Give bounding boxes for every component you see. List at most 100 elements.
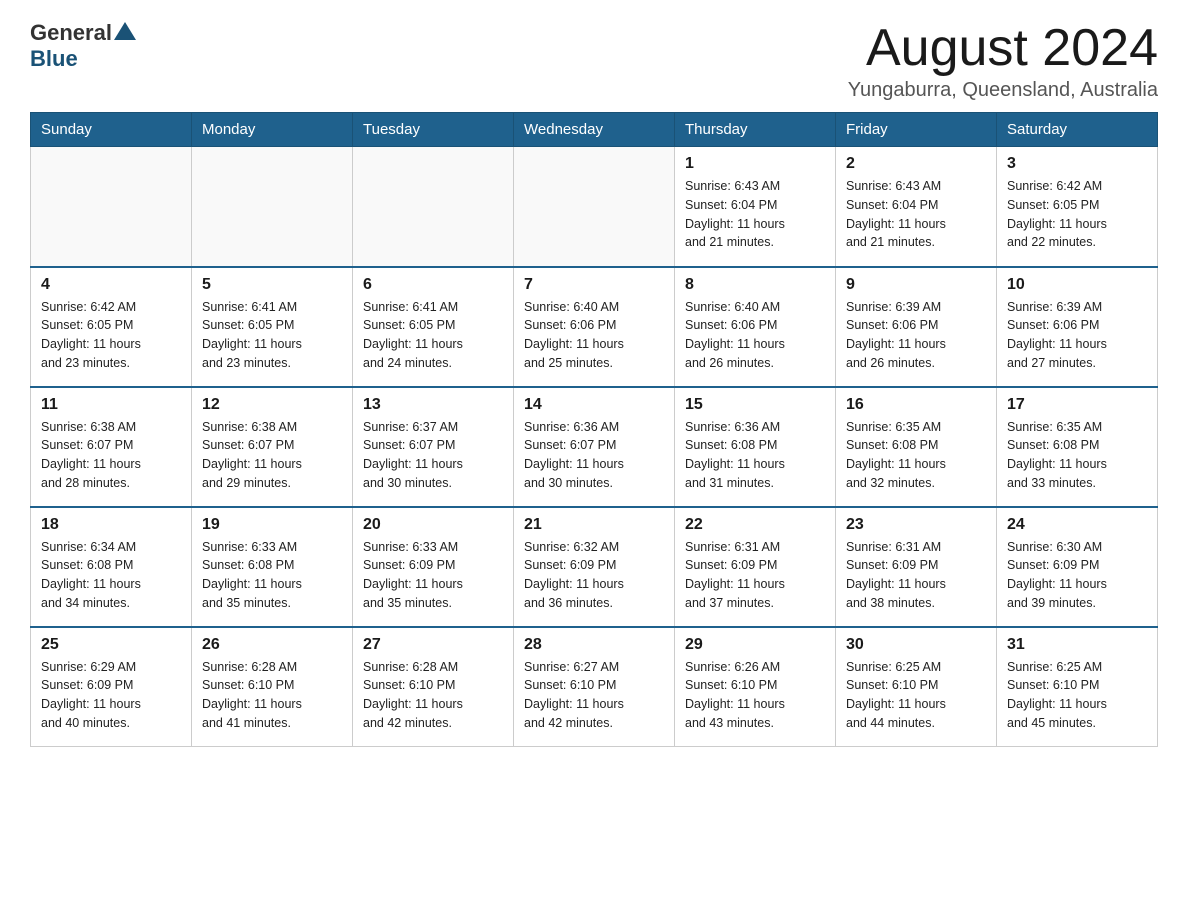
calendar-cell	[514, 147, 675, 267]
day-number: 24	[1007, 516, 1147, 534]
weekday-header-sunday: Sunday	[31, 113, 192, 147]
day-info: Sunrise: 6:33 AMSunset: 6:09 PMDaylight:…	[363, 538, 503, 613]
day-info: Sunrise: 6:28 AMSunset: 6:10 PMDaylight:…	[363, 658, 503, 733]
weekday-header-row: SundayMondayTuesdayWednesdayThursdayFrid…	[31, 113, 1158, 147]
day-number: 20	[363, 516, 503, 534]
day-number: 18	[41, 516, 181, 534]
day-info: Sunrise: 6:28 AMSunset: 6:10 PMDaylight:…	[202, 658, 342, 733]
calendar-cell: 25Sunrise: 6:29 AMSunset: 6:09 PMDayligh…	[31, 627, 192, 747]
day-info: Sunrise: 6:29 AMSunset: 6:09 PMDaylight:…	[41, 658, 181, 733]
day-info: Sunrise: 6:36 AMSunset: 6:08 PMDaylight:…	[685, 418, 825, 493]
day-info: Sunrise: 6:38 AMSunset: 6:07 PMDaylight:…	[41, 418, 181, 493]
calendar-cell: 30 Sunrise: 6:25 AMSunset: 6:10 PMDayligh…	[836, 627, 997, 747]
day-info: Sunrise: 6:41 AMSunset: 6:05 PMDaylight:…	[202, 298, 342, 373]
day-number: 3	[1007, 155, 1147, 173]
day-info: Sunrise: 6:39 AMSunset: 6:06 PMDaylight:…	[846, 298, 986, 373]
calendar-cell: 14 Sunrise: 6:36 AMSunset: 6:07 PMDayligh…	[514, 387, 675, 507]
calendar-cell: 23 Sunrise: 6:31 AMSunset: 6:09 PMDayligh…	[836, 507, 997, 627]
day-number: 19	[202, 516, 342, 534]
day-info: Sunrise: 6:31 AMSunset: 6:09 PMDaylight:…	[685, 538, 825, 613]
weekday-header-friday: Friday	[836, 113, 997, 147]
day-number: 2	[846, 155, 986, 173]
day-number: 26	[202, 636, 342, 654]
day-number: 9	[846, 276, 986, 294]
day-info: Sunrise: 6:25 AMSunset: 6:10 PMDaylight:…	[1007, 658, 1147, 733]
day-info: Sunrise: 6:25 AMSunset: 6:10 PMDaylight:…	[846, 658, 986, 733]
day-number: 23	[846, 516, 986, 534]
page-header: General Blue August 2024 Yungaburra, Que…	[30, 20, 1158, 102]
day-info: Sunrise: 6:36 AMSunset: 6:07 PMDaylight:…	[524, 418, 664, 493]
weekday-header-saturday: Saturday	[997, 113, 1158, 147]
calendar-cell: 17 Sunrise: 6:35 AMSunset: 6:08 PMDayligh…	[997, 387, 1158, 507]
day-info: Sunrise: 6:39 AMSunset: 6:06 PMDaylight:…	[1007, 298, 1147, 373]
calendar-cell: 26 Sunrise: 6:28 AMSunset: 6:10 PMDayligh…	[192, 627, 353, 747]
logo-blue-text: Blue	[30, 46, 78, 71]
day-info: Sunrise: 6:26 AMSunset: 6:10 PMDaylight:…	[685, 658, 825, 733]
day-info: Sunrise: 6:34 AMSunset: 6:08 PMDaylight:…	[41, 538, 181, 613]
day-info: Sunrise: 6:42 AMSunset: 6:05 PMDaylight:…	[41, 298, 181, 373]
day-info: Sunrise: 6:27 AMSunset: 6:10 PMDaylight:…	[524, 658, 664, 733]
calendar-cell: 28 Sunrise: 6:27 AMSunset: 6:10 PMDayligh…	[514, 627, 675, 747]
day-info: Sunrise: 6:32 AMSunset: 6:09 PMDaylight:…	[524, 538, 664, 613]
week-row-2: 4 Sunrise: 6:42 AMSunset: 6:05 PMDaylight…	[31, 267, 1158, 387]
calendar-cell: 19 Sunrise: 6:33 AMSunset: 6:08 PMDayligh…	[192, 507, 353, 627]
day-number: 7	[524, 276, 664, 294]
week-row-5: 25Sunrise: 6:29 AMSunset: 6:09 PMDayligh…	[31, 627, 1158, 747]
day-number: 4	[41, 276, 181, 294]
day-number: 10	[1007, 276, 1147, 294]
day-number: 11	[41, 396, 181, 414]
weekday-header-monday: Monday	[192, 113, 353, 147]
calendar-cell: 16 Sunrise: 6:35 AMSunset: 6:08 PMDayligh…	[836, 387, 997, 507]
calendar-cell: 15 Sunrise: 6:36 AMSunset: 6:08 PMDayligh…	[675, 387, 836, 507]
day-number: 14	[524, 396, 664, 414]
calendar-title: August 2024	[848, 20, 1158, 77]
day-number: 8	[685, 276, 825, 294]
day-number: 28	[524, 636, 664, 654]
week-row-1: 1 Sunrise: 6:43 AMSunset: 6:04 PMDaylight…	[31, 147, 1158, 267]
day-info: Sunrise: 6:30 AMSunset: 6:09 PMDaylight:…	[1007, 538, 1147, 613]
calendar-cell	[192, 147, 353, 267]
calendar-cell: 13Sunrise: 6:37 AMSunset: 6:07 PMDayligh…	[353, 387, 514, 507]
day-number: 12	[202, 396, 342, 414]
day-info: Sunrise: 6:37 AMSunset: 6:07 PMDaylight:…	[363, 418, 503, 493]
calendar-cell: 1 Sunrise: 6:43 AMSunset: 6:04 PMDaylight…	[675, 147, 836, 267]
calendar-cell: 2 Sunrise: 6:43 AMSunset: 6:04 PMDaylight…	[836, 147, 997, 267]
calendar-cell: 21Sunrise: 6:32 AMSunset: 6:09 PMDayligh…	[514, 507, 675, 627]
calendar-cell: 12 Sunrise: 6:38 AMSunset: 6:07 PMDayligh…	[192, 387, 353, 507]
calendar-cell: 3Sunrise: 6:42 AMSunset: 6:05 PMDaylight…	[997, 147, 1158, 267]
calendar-cell: 29Sunrise: 6:26 AMSunset: 6:10 PMDayligh…	[675, 627, 836, 747]
calendar-cell	[31, 147, 192, 267]
calendar-cell: 4 Sunrise: 6:42 AMSunset: 6:05 PMDaylight…	[31, 267, 192, 387]
day-number: 16	[846, 396, 986, 414]
day-number: 1	[685, 155, 825, 173]
day-number: 30	[846, 636, 986, 654]
calendar-cell: 27 Sunrise: 6:28 AMSunset: 6:10 PMDayligh…	[353, 627, 514, 747]
weekday-header-tuesday: Tuesday	[353, 113, 514, 147]
day-info: Sunrise: 6:43 AMSunset: 6:04 PMDaylight:…	[685, 177, 825, 252]
calendar-cell: 6Sunrise: 6:41 AMSunset: 6:05 PMDaylight…	[353, 267, 514, 387]
day-number: 17	[1007, 396, 1147, 414]
day-info: Sunrise: 6:43 AMSunset: 6:04 PMDaylight:…	[846, 177, 986, 252]
weekday-header-wednesday: Wednesday	[514, 113, 675, 147]
day-info: Sunrise: 6:31 AMSunset: 6:09 PMDaylight:…	[846, 538, 986, 613]
calendar-cell: 11 Sunrise: 6:38 AMSunset: 6:07 PMDayligh…	[31, 387, 192, 507]
logo-triangle-icon	[114, 20, 136, 42]
day-number: 6	[363, 276, 503, 294]
day-info: Sunrise: 6:35 AMSunset: 6:08 PMDaylight:…	[1007, 418, 1147, 493]
day-number: 15	[685, 396, 825, 414]
day-info: Sunrise: 6:38 AMSunset: 6:07 PMDaylight:…	[202, 418, 342, 493]
calendar-cell: 31Sunrise: 6:25 AMSunset: 6:10 PMDayligh…	[997, 627, 1158, 747]
day-info: Sunrise: 6:33 AMSunset: 6:08 PMDaylight:…	[202, 538, 342, 613]
weekday-header-thursday: Thursday	[675, 113, 836, 147]
calendar-cell: 18 Sunrise: 6:34 AMSunset: 6:08 PMDayligh…	[31, 507, 192, 627]
day-number: 5	[202, 276, 342, 294]
title-block: August 2024 Yungaburra, Queensland, Aust…	[848, 20, 1158, 102]
logo: General Blue	[30, 20, 136, 71]
day-info: Sunrise: 6:35 AMSunset: 6:08 PMDaylight:…	[846, 418, 986, 493]
calendar-cell: 5 Sunrise: 6:41 AMSunset: 6:05 PMDaylight…	[192, 267, 353, 387]
logo-general-text: General	[30, 21, 112, 45]
calendar-location: Yungaburra, Queensland, Australia	[848, 79, 1158, 102]
day-number: 27	[363, 636, 503, 654]
day-info: Sunrise: 6:40 AMSunset: 6:06 PMDaylight:…	[685, 298, 825, 373]
calendar-cell	[353, 147, 514, 267]
